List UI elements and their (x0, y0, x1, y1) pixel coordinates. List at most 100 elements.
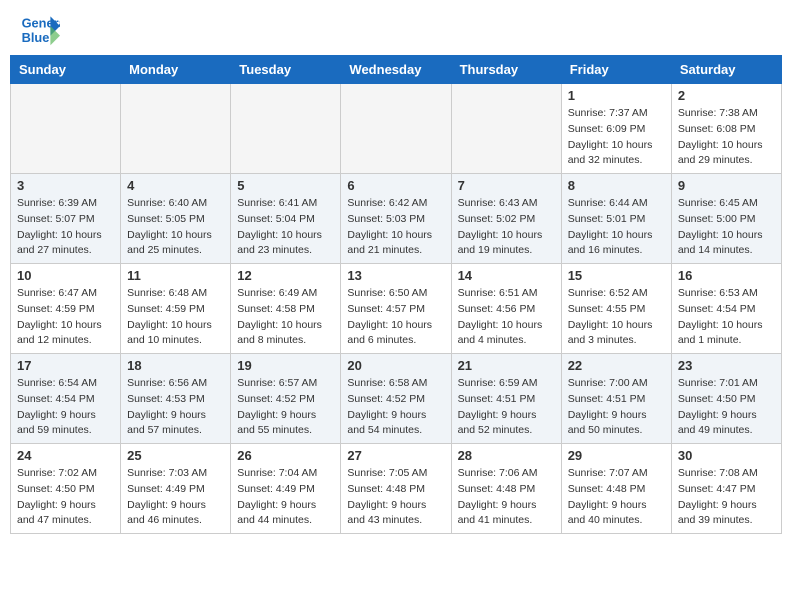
day-info: Sunrise: 6:43 AM Sunset: 5:02 PM Dayligh… (458, 196, 555, 259)
day-info: Sunrise: 7:05 AM Sunset: 4:48 PM Dayligh… (347, 466, 444, 529)
weekday-header-thursday: Thursday (451, 56, 561, 84)
day-number: 7 (458, 178, 555, 193)
calendar-week-2: 3Sunrise: 6:39 AM Sunset: 5:07 PM Daylig… (11, 174, 782, 264)
day-info: Sunrise: 6:45 AM Sunset: 5:00 PM Dayligh… (678, 196, 775, 259)
weekday-header-row: SundayMondayTuesdayWednesdayThursdayFrid… (11, 56, 782, 84)
day-number: 4 (127, 178, 224, 193)
day-number: 20 (347, 358, 444, 373)
calendar-cell (11, 84, 121, 174)
day-number: 18 (127, 358, 224, 373)
day-info: Sunrise: 6:41 AM Sunset: 5:04 PM Dayligh… (237, 196, 334, 259)
day-number: 19 (237, 358, 334, 373)
day-number: 27 (347, 448, 444, 463)
day-number: 15 (568, 268, 665, 283)
calendar-cell: 22Sunrise: 7:00 AM Sunset: 4:51 PM Dayli… (561, 354, 671, 444)
logo: General Blue (20, 10, 64, 50)
calendar-cell: 24 Sunrise: 7:02 AM Sunset: 4:50 PM Dayli… (11, 444, 121, 534)
calendar-table: SundayMondayTuesdayWednesdayThursdayFrid… (10, 55, 782, 534)
calendar-cell: 20 Sunrise: 6:58 AM Sunset: 4:52 PM Dayli… (341, 354, 451, 444)
calendar-cell: 10Sunrise: 6:47 AM Sunset: 4:59 PM Dayli… (11, 264, 121, 354)
calendar-cell: 23 Sunrise: 7:01 AM Sunset: 4:50 PM Dayli… (671, 354, 781, 444)
day-info: Sunrise: 6:54 AM Sunset: 4:54 PM Dayligh… (17, 376, 114, 439)
calendar-cell: 29Sunrise: 7:07 AM Sunset: 4:48 PM Dayli… (561, 444, 671, 534)
day-info: Sunrise: 7:38 AM Sunset: 6:08 PM Dayligh… (678, 106, 775, 169)
day-info: Sunrise: 6:49 AM Sunset: 4:58 PM Dayligh… (237, 286, 334, 349)
calendar-cell: 26 Sunrise: 7:04 AM Sunset: 4:49 PM Dayli… (231, 444, 341, 534)
day-info: Sunrise: 6:51 AM Sunset: 4:56 PM Dayligh… (458, 286, 555, 349)
day-info: Sunrise: 7:37 AM Sunset: 6:09 PM Dayligh… (568, 106, 665, 169)
calendar-cell: 6Sunrise: 6:42 AM Sunset: 5:03 PM Daylig… (341, 174, 451, 264)
day-number: 14 (458, 268, 555, 283)
calendar-cell: 2Sunrise: 7:38 AM Sunset: 6:08 PM Daylig… (671, 84, 781, 174)
calendar-cell: 15Sunrise: 6:52 AM Sunset: 4:55 PM Dayli… (561, 264, 671, 354)
calendar-cell: 27 Sunrise: 7:05 AM Sunset: 4:48 PM Dayli… (341, 444, 451, 534)
weekday-header-saturday: Saturday (671, 56, 781, 84)
day-number: 8 (568, 178, 665, 193)
logo-icon: General Blue (20, 10, 60, 50)
calendar-cell: 14 Sunrise: 6:51 AM Sunset: 4:56 PM Dayli… (451, 264, 561, 354)
day-info: Sunrise: 7:06 AM Sunset: 4:48 PM Dayligh… (458, 466, 555, 529)
day-info: Sunrise: 7:00 AM Sunset: 4:51 PM Dayligh… (568, 376, 665, 439)
day-info: Sunrise: 7:01 AM Sunset: 4:50 PM Dayligh… (678, 376, 775, 439)
day-info: Sunrise: 7:07 AM Sunset: 4:48 PM Dayligh… (568, 466, 665, 529)
day-info: Sunrise: 6:58 AM Sunset: 4:52 PM Dayligh… (347, 376, 444, 439)
calendar-week-3: 10Sunrise: 6:47 AM Sunset: 4:59 PM Dayli… (11, 264, 782, 354)
day-number: 13 (347, 268, 444, 283)
day-info: Sunrise: 6:44 AM Sunset: 5:01 PM Dayligh… (568, 196, 665, 259)
day-info: Sunrise: 7:02 AM Sunset: 4:50 PM Dayligh… (17, 466, 114, 529)
calendar-cell: 25 Sunrise: 7:03 AM Sunset: 4:49 PM Dayli… (121, 444, 231, 534)
calendar-cell: 12 Sunrise: 6:49 AM Sunset: 4:58 PM Dayli… (231, 264, 341, 354)
day-number: 23 (678, 358, 775, 373)
day-number: 1 (568, 88, 665, 103)
day-info: Sunrise: 6:40 AM Sunset: 5:05 PM Dayligh… (127, 196, 224, 259)
calendar-cell (451, 84, 561, 174)
day-number: 6 (347, 178, 444, 193)
calendar-cell: 4 Sunrise: 6:40 AM Sunset: 5:05 PM Daylig… (121, 174, 231, 264)
calendar-cell: 16 Sunrise: 6:53 AM Sunset: 4:54 PM Dayli… (671, 264, 781, 354)
day-number: 16 (678, 268, 775, 283)
day-info: Sunrise: 6:59 AM Sunset: 4:51 PM Dayligh… (458, 376, 555, 439)
day-number: 17 (17, 358, 114, 373)
day-info: Sunrise: 6:56 AM Sunset: 4:53 PM Dayligh… (127, 376, 224, 439)
day-number: 12 (237, 268, 334, 283)
day-number: 10 (17, 268, 114, 283)
weekday-header-sunday: Sunday (11, 56, 121, 84)
weekday-header-monday: Monday (121, 56, 231, 84)
weekday-header-tuesday: Tuesday (231, 56, 341, 84)
calendar-cell: 21 Sunrise: 6:59 AM Sunset: 4:51 PM Dayli… (451, 354, 561, 444)
calendar-cell: 9Sunrise: 6:45 AM Sunset: 5:00 PM Daylig… (671, 174, 781, 264)
day-info: Sunrise: 6:48 AM Sunset: 4:59 PM Dayligh… (127, 286, 224, 349)
day-info: Sunrise: 6:53 AM Sunset: 4:54 PM Dayligh… (678, 286, 775, 349)
calendar-cell: 30 Sunrise: 7:08 AM Sunset: 4:47 PM Dayli… (671, 444, 781, 534)
calendar-week-1: 1 Sunrise: 7:37 AM Sunset: 6:09 PM Daylig… (11, 84, 782, 174)
weekday-header-wednesday: Wednesday (341, 56, 451, 84)
calendar-cell (341, 84, 451, 174)
calendar-cell: 18 Sunrise: 6:56 AM Sunset: 4:53 PM Dayli… (121, 354, 231, 444)
calendar-cell: 7 Sunrise: 6:43 AM Sunset: 5:02 PM Daylig… (451, 174, 561, 264)
calendar-cell: 13 Sunrise: 6:50 AM Sunset: 4:57 PM Dayli… (341, 264, 451, 354)
day-info: Sunrise: 7:04 AM Sunset: 4:49 PM Dayligh… (237, 466, 334, 529)
day-number: 21 (458, 358, 555, 373)
page-header: General Blue (0, 0, 792, 55)
day-info: Sunrise: 7:08 AM Sunset: 4:47 PM Dayligh… (678, 466, 775, 529)
day-number: 30 (678, 448, 775, 463)
calendar-cell: 1 Sunrise: 7:37 AM Sunset: 6:09 PM Daylig… (561, 84, 671, 174)
svg-text:Blue: Blue (22, 30, 50, 45)
day-number: 24 (17, 448, 114, 463)
calendar-cell: 17 Sunrise: 6:54 AM Sunset: 4:54 PM Dayli… (11, 354, 121, 444)
calendar-cell: 28 Sunrise: 7:06 AM Sunset: 4:48 PM Dayli… (451, 444, 561, 534)
calendar-cell (121, 84, 231, 174)
calendar-cell: 8 Sunrise: 6:44 AM Sunset: 5:01 PM Daylig… (561, 174, 671, 264)
calendar-cell: 5Sunrise: 6:41 AM Sunset: 5:04 PM Daylig… (231, 174, 341, 264)
day-info: Sunrise: 6:50 AM Sunset: 4:57 PM Dayligh… (347, 286, 444, 349)
calendar-week-5: 24 Sunrise: 7:02 AM Sunset: 4:50 PM Dayli… (11, 444, 782, 534)
day-number: 3 (17, 178, 114, 193)
calendar-cell: 3Sunrise: 6:39 AM Sunset: 5:07 PM Daylig… (11, 174, 121, 264)
day-info: Sunrise: 7:03 AM Sunset: 4:49 PM Dayligh… (127, 466, 224, 529)
day-number: 28 (458, 448, 555, 463)
calendar-cell: 11Sunrise: 6:48 AM Sunset: 4:59 PM Dayli… (121, 264, 231, 354)
day-number: 25 (127, 448, 224, 463)
day-number: 26 (237, 448, 334, 463)
calendar-week-4: 17 Sunrise: 6:54 AM Sunset: 4:54 PM Dayli… (11, 354, 782, 444)
calendar-body: 1 Sunrise: 7:37 AM Sunset: 6:09 PM Daylig… (11, 84, 782, 534)
